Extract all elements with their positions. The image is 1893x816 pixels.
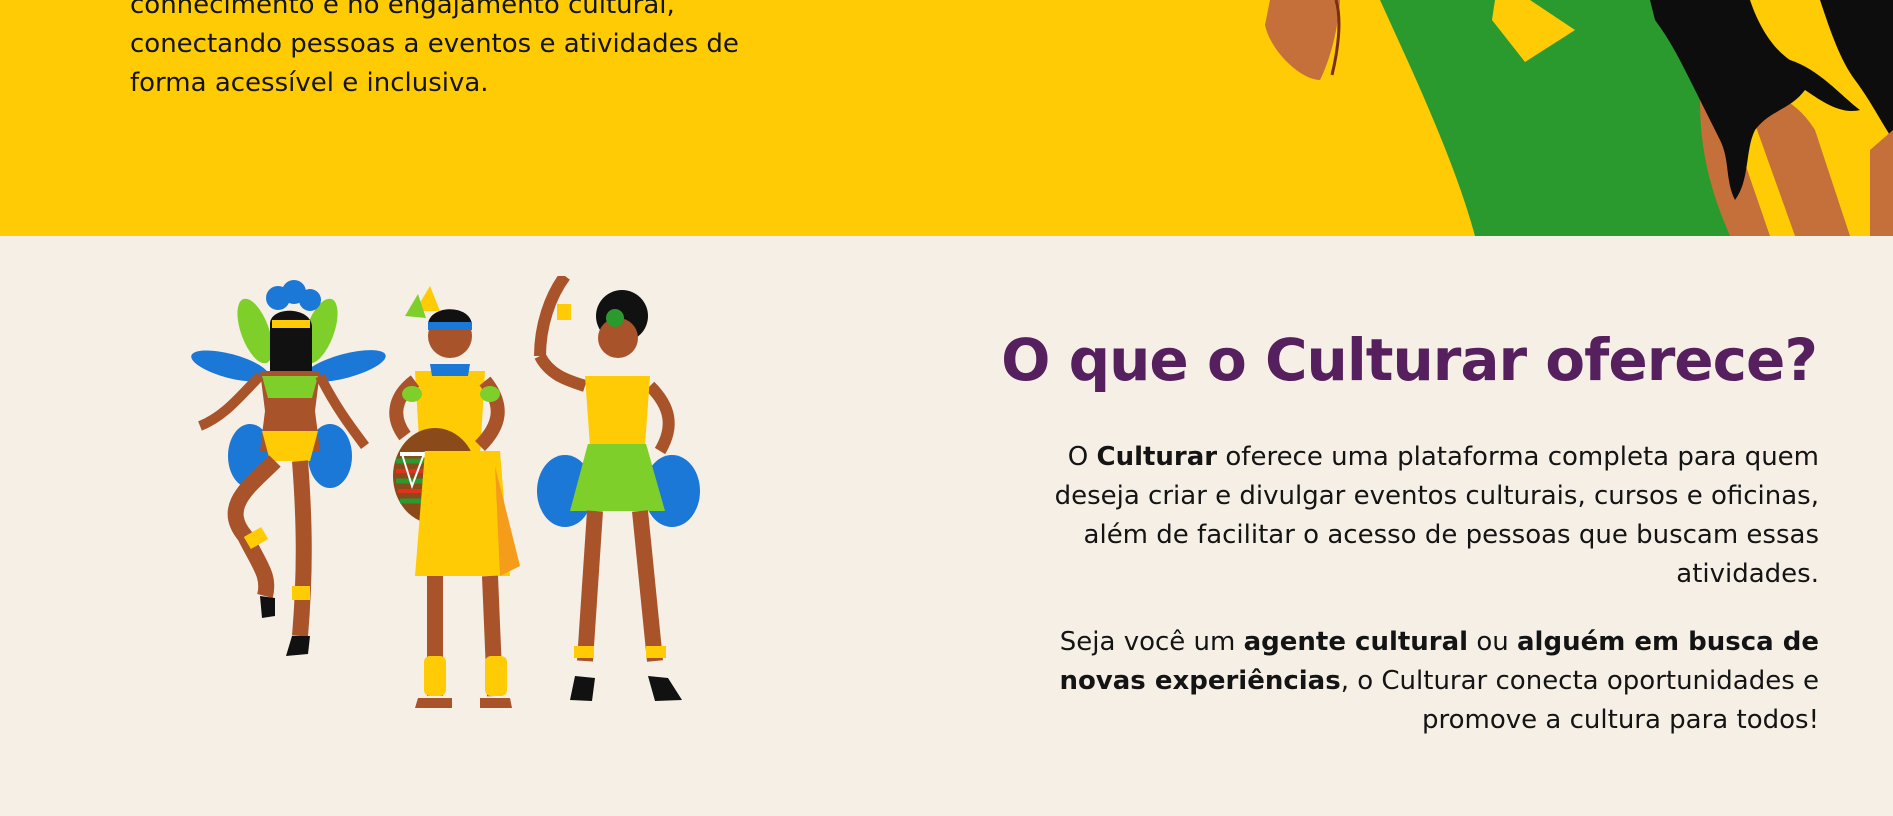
about-title: O que o Culturar oferece? <box>1001 326 1818 394</box>
hero-description: conhecimento e no engajamento cultural, … <box>130 0 770 103</box>
about-paragraph-1: O Culturar oferece uma plataforma comple… <box>1039 438 1819 594</box>
about-paragraph-2: Seja você um agente cultural ou alguém e… <box>1039 623 1819 740</box>
p2-rest: , o Culturar conecta oportunidades e pro… <box>1340 666 1819 735</box>
p2-mid: ou <box>1468 627 1518 657</box>
p1-prefix: O <box>1067 442 1097 472</box>
hero-text-line-1: conhecimento e no engajamento cultural, <box>130 0 675 20</box>
carnival-woman-illustration <box>1265 0 1893 236</box>
hero-text-line-3: forma acessível e inclusiva. <box>130 68 489 98</box>
about-section: O que o Culturar oferece? O Culturar ofe… <box>0 236 1893 816</box>
hero-band: conhecimento e no engajamento cultural, … <box>0 0 1893 236</box>
carnival-dancers-illustration <box>191 276 700 708</box>
hero-text-line-2: conectando pessoas a eventos e atividade… <box>130 29 739 59</box>
p1-brand: Culturar <box>1096 442 1218 472</box>
p2-prefix: Seja você um <box>1059 627 1244 657</box>
p2-bold-agent: agente cultural <box>1243 627 1469 657</box>
